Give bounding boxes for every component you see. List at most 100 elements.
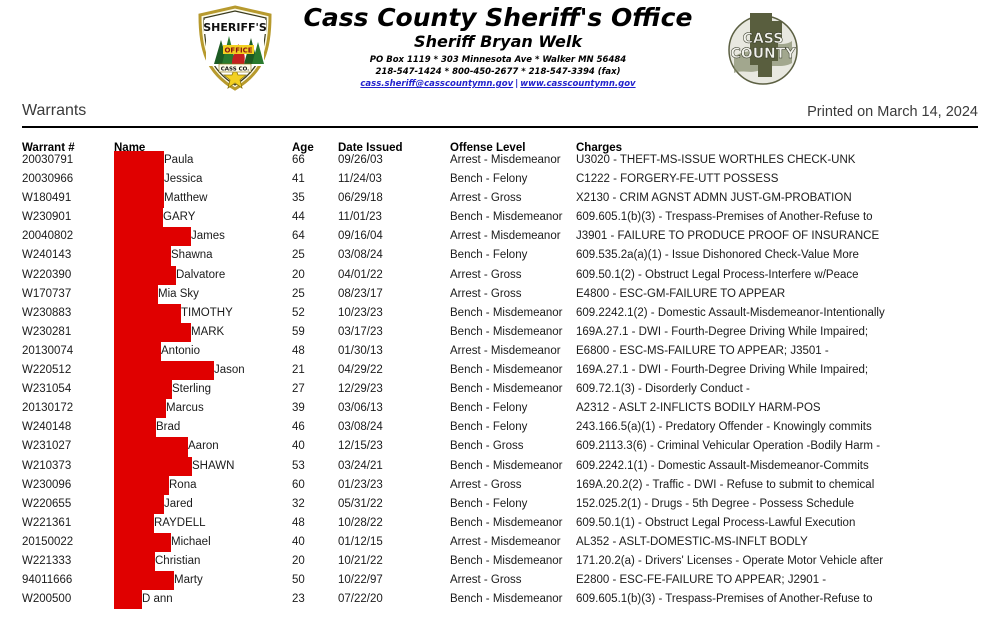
cell-name: Mia Sky xyxy=(114,284,292,304)
cell-name: Brad xyxy=(114,418,292,438)
first-name-text: Jessica xyxy=(164,173,203,186)
cell-name: TIMOTHY xyxy=(114,303,292,323)
cell-warrant-number: W231054 xyxy=(22,383,72,396)
cell-warrant-number: 20040802 xyxy=(22,230,74,243)
first-name-text: Marty xyxy=(174,574,203,587)
cell-age: 39 xyxy=(292,402,305,415)
first-name-text: Rona xyxy=(169,478,197,491)
cell-age: 60 xyxy=(292,478,305,491)
redaction-bar xyxy=(114,303,181,323)
cell-date-issued: 04/29/22 xyxy=(338,364,383,377)
first-name-text: Paula xyxy=(164,154,194,166)
column-header-warrant: Warrant # xyxy=(22,142,75,154)
cell-charges: J3901 - FAILURE TO PRODUCE PROOF OF INSU… xyxy=(576,230,880,243)
cell-warrant-number: 20130172 xyxy=(22,402,74,415)
cell-offense-level: Arrest - Gross xyxy=(450,287,522,300)
first-name-text: Marcus xyxy=(166,402,204,415)
table-row: W200500 D ann 23 07/22/20 Bench - Misdemeano… xyxy=(22,590,978,612)
first-name-text: James xyxy=(191,230,225,243)
cell-date-issued: 05/31/22 xyxy=(338,497,383,510)
cell-offense-level: Arrest - Misdemeanor xyxy=(450,344,561,357)
cell-date-issued: 10/23/23 xyxy=(338,306,383,319)
cass-county-logo-icon: CASS COUNTY xyxy=(720,5,806,91)
first-name-text: Aaron xyxy=(188,440,219,453)
cell-warrant-number: W240143 xyxy=(22,249,72,262)
redaction-bar xyxy=(114,189,164,209)
letterhead-text: Cass County Sheriff's Office Sheriff Bry… xyxy=(288,4,708,91)
cell-name: Michael xyxy=(114,532,292,552)
cell-name: Shawna xyxy=(114,246,292,266)
cell-charges: 609.605.1(b)(3) - Trespass-Premises of A… xyxy=(576,593,873,606)
cell-offense-level: Bench - Misdemeanor xyxy=(450,383,563,396)
column-header-date-issued: Date Issued xyxy=(338,142,403,154)
sheriff-office-badge-icon: SHERIFF'S OFFICE CASS CO. xyxy=(194,4,276,92)
cell-name: Antonio xyxy=(114,341,292,362)
cell-age: 40 xyxy=(292,440,305,453)
cell-charges: 169A.27.1 - DWI - Fourth-Degree Driving … xyxy=(576,325,869,338)
redaction-bar xyxy=(114,265,176,285)
email-link[interactable]: cass.sheriff@casscountymn.gov xyxy=(360,79,513,89)
cell-warrant-number: W210373 xyxy=(22,459,72,472)
redaction-bar xyxy=(114,590,142,610)
cell-age: 32 xyxy=(292,497,305,510)
cell-warrant-number: W230901 xyxy=(22,211,72,224)
cell-name: Rona xyxy=(114,475,292,495)
website-link[interactable]: www.casscountymn.gov xyxy=(520,79,635,89)
cell-charges: E2800 - ESC-FE-FAILURE TO APPEAR; J2901 … xyxy=(576,574,827,587)
cell-date-issued: 03/17/23 xyxy=(338,325,383,338)
cell-charges: 609.72.1(3) - Disorderly Conduct - xyxy=(576,383,750,396)
cell-warrant-number: 20130074 xyxy=(22,344,74,357)
cell-warrant-number: W200500 xyxy=(22,593,72,606)
cell-warrant-number: 94011666 xyxy=(22,574,73,587)
redaction-bar xyxy=(114,341,161,362)
first-name-text: Matthew xyxy=(164,192,208,205)
cell-charges: 609.535.2a(a)(1) - Issue Dishonored Chec… xyxy=(576,249,859,262)
document-titlebar: Warrants Printed on March 14, 2024 xyxy=(22,102,978,124)
cell-warrant-number: W180491 xyxy=(22,192,72,205)
cell-date-issued: 01/23/23 xyxy=(338,478,383,491)
redaction-bar xyxy=(114,571,174,591)
cell-offense-level: Arrest - Misdemeanor xyxy=(450,154,561,166)
cell-age: 35 xyxy=(292,192,305,205)
cell-date-issued: 03/06/13 xyxy=(338,402,383,415)
cell-charges: 609.2113.3(6) - Criminal Vehicular Opera… xyxy=(576,440,881,453)
svg-text:COUNTY: COUNTY xyxy=(731,46,797,62)
first-name-text: MARK xyxy=(191,325,225,338)
cell-offense-level: Bench - Felony xyxy=(450,402,528,415)
cell-charges: 609.605.1(b)(3) - Trespass-Premises of A… xyxy=(576,211,873,224)
table-row: W220655 Jared 32 05/31/22 Bench - Felony 152.… xyxy=(22,494,978,517)
cell-name: Christian xyxy=(114,551,292,572)
sheriff-name: Sheriff Bryan Welk xyxy=(414,32,582,52)
cell-charges: X2130 - CRIM AGNST ADMN JUST-GM-PROBATIO… xyxy=(576,192,852,205)
cell-name: Jared xyxy=(114,494,292,514)
cell-offense-level: Bench - Felony xyxy=(450,497,528,510)
cell-charges: 171.20.2(a) - Drivers' Licenses - Operat… xyxy=(576,554,884,567)
cell-date-issued: 09/26/03 xyxy=(338,154,383,166)
redaction-bar xyxy=(114,399,166,419)
cell-charges: 609.50.1(1) - Obstruct Legal Process-Law… xyxy=(576,516,856,529)
cell-offense-level: Arrest - Gross xyxy=(450,192,522,205)
cell-age: 59 xyxy=(292,325,305,338)
cell-name: Marcus xyxy=(114,399,292,419)
redaction-bar xyxy=(114,284,158,304)
svg-text:OFFICE: OFFICE xyxy=(224,47,252,55)
cell-date-issued: 08/23/17 xyxy=(338,287,383,300)
cell-offense-level: Arrest - Gross xyxy=(450,574,522,587)
cell-charges: E4800 - ESC-GM-FAILURE TO APPEAR xyxy=(576,287,786,300)
cell-age: 40 xyxy=(292,535,305,548)
redaction-bar xyxy=(114,208,163,228)
cell-offense-level: Bench - Felony xyxy=(450,173,528,186)
cell-warrant-number: W240148 xyxy=(22,421,72,434)
cell-age: 44 xyxy=(292,211,305,224)
agency-phones: 218-547-1424 * 800-450-2677 * 218-547-33… xyxy=(375,66,621,77)
first-name-text: GARY xyxy=(163,211,196,224)
table-row: 94011666 Marty 50 10/22/97 Arrest - Gross E28… xyxy=(22,571,978,593)
cell-name: Matthew xyxy=(114,189,292,209)
cell-age: 46 xyxy=(292,421,305,434)
cell-warrant-number: W231027 xyxy=(22,440,72,453)
redaction-bar xyxy=(114,170,164,190)
cell-date-issued: 11/01/23 xyxy=(338,211,382,224)
cell-name: MARK xyxy=(114,322,292,342)
cell-age: 48 xyxy=(292,516,305,529)
cell-date-issued: 03/08/24 xyxy=(338,249,383,262)
